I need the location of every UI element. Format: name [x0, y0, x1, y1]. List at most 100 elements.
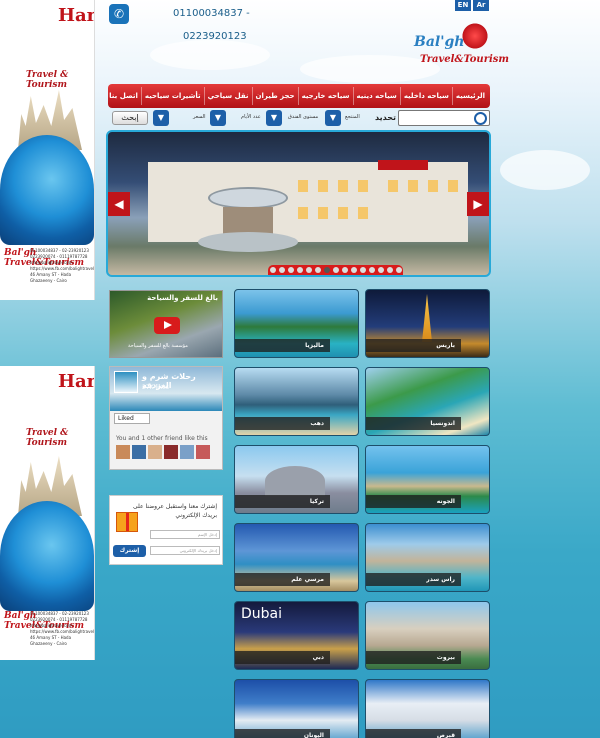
avatar[interactable] — [116, 445, 130, 459]
fb-friends-text: You and 1 other friend like this — [116, 435, 208, 442]
slider-dot[interactable] — [296, 267, 303, 273]
side-banner-ad[interactable]: Hana Travel & Tourism Bal'gh Travel&Tour… — [0, 366, 95, 660]
gift-icon — [116, 512, 138, 532]
destination-label: اليونان — [235, 729, 330, 738]
chevron-down-icon[interactable]: ▼ — [153, 110, 169, 126]
destination-tile-ras-sudr[interactable]: راس سدر — [365, 523, 490, 592]
destination-tile-gouna[interactable]: الجونه — [365, 445, 490, 514]
nav-tourist-transport[interactable]: نقل سياحي — [203, 87, 252, 105]
filter-price[interactable]: السعر — [193, 114, 206, 120]
phone-number: 01100034837 - — [173, 8, 250, 19]
slider-dot[interactable] — [278, 267, 285, 273]
destination-label: ماليزيا — [235, 339, 330, 352]
facebook-widget: رحلات شرم و الغردقه 27K likes Liked You … — [109, 366, 223, 470]
name-field[interactable]: إدخل الإسم — [150, 530, 220, 539]
destination-tile-dahab[interactable]: دهب — [234, 367, 359, 436]
slider-dot[interactable] — [305, 267, 312, 273]
destination-label: اندونسيا — [366, 417, 461, 430]
hero-slider[interactable]: ◀ ▶ — [106, 130, 491, 277]
globe-image — [0, 501, 94, 611]
destination-label: دبي — [235, 651, 330, 664]
fb-liked-button[interactable]: Liked — [114, 413, 150, 424]
destination-label: راس سدر — [366, 573, 461, 586]
search-icon[interactable] — [474, 112, 487, 125]
side-banner-ad[interactable]: Hana Travel & Tourism Bal'gh Travel&Tour… — [0, 0, 95, 300]
destination-label: دهب — [235, 417, 330, 430]
avatar[interactable] — [164, 445, 178, 459]
email-field[interactable]: إدخل بريدك الإلكتروني — [150, 546, 220, 555]
newsletter-box: إشترك معنا واستقبل عروضنا على بريدك الإل… — [109, 495, 223, 565]
slider-dot[interactable] — [386, 267, 393, 273]
search-bar: إبحث ▼ السعر ▼ عدد الأيام ▼ مستوى الفندق… — [108, 110, 490, 128]
video-player[interactable]: بالغ للسفر والسياحة مؤسسة بالغ للسفر وال… — [109, 290, 223, 358]
slider-dot[interactable] — [377, 267, 384, 273]
brand-logo[interactable]: Bal'gh Travel&Tourism — [410, 22, 509, 82]
slider-dot[interactable] — [287, 267, 294, 273]
slider-dot-active[interactable] — [323, 267, 330, 273]
destination-label: قبرص — [366, 729, 461, 738]
slider-dot[interactable] — [359, 267, 366, 273]
avatar[interactable] — [148, 445, 162, 459]
destination-tile-malaysia[interactable]: ماليزيا — [234, 289, 359, 358]
filter-hotel-level[interactable]: مستوى الفندق — [288, 114, 318, 120]
filter-resort[interactable]: المنتجع — [345, 114, 360, 120]
destination-tile-indonesia[interactable]: اندونسيا — [365, 367, 490, 436]
nav-flight-booking[interactable]: حجز طيران — [251, 87, 298, 105]
slider-dot[interactable] — [314, 267, 321, 273]
chevron-down-icon[interactable]: ▼ — [266, 110, 282, 126]
destination-label: بيروت — [366, 651, 461, 664]
destination-label: الجونه — [366, 495, 461, 508]
destination-tile-marsa-alam[interactable]: مرسي علم — [234, 523, 359, 592]
chevron-down-icon[interactable]: ▼ — [325, 110, 341, 126]
video-subtitle: مؤسسة بالغ للسفر والسياحة — [128, 343, 188, 349]
globe-image — [0, 135, 94, 245]
slider-next-button[interactable]: ▶ — [467, 192, 489, 216]
fb-likes-count: 27K likes — [142, 384, 169, 391]
destination-tile-cyprus[interactable]: قبرص — [365, 679, 490, 738]
search-button[interactable]: إبحث — [112, 111, 148, 125]
play-icon[interactable] — [154, 317, 180, 334]
lang-en-button[interactable]: EN — [455, 0, 471, 11]
hana-logo: Hana — [58, 5, 94, 26]
slider-dot[interactable] — [350, 267, 357, 273]
destination-tile-dubai[interactable]: Dubai دبي — [234, 601, 359, 670]
sun-icon — [460, 22, 490, 50]
subscribe-button[interactable]: إشترك — [113, 545, 146, 557]
slider-prev-button[interactable]: ◀ — [108, 192, 130, 216]
fb-friend-avatars — [116, 445, 210, 459]
nav-religious-tourism[interactable]: سياحه دينيه — [352, 87, 400, 105]
nav-visas[interactable]: تأشيرات سياحيه — [140, 87, 204, 105]
slider-dot[interactable] — [368, 267, 375, 273]
slider-dot[interactable] — [341, 267, 348, 273]
nav-home[interactable]: الرئيسيه — [451, 87, 488, 105]
avatar[interactable] — [196, 445, 210, 459]
video-title: بالغ للسفر والسياحة — [147, 294, 218, 302]
slider-dot[interactable] — [332, 267, 339, 273]
newsletter-title: إشترك معنا واستقبل عروضنا على بريدك الإل… — [132, 503, 217, 519]
dubai-logo-text: Dubai — [241, 606, 283, 622]
hotel-image — [148, 162, 468, 242]
nav-domestic-tourism[interactable]: سياحه داخليه — [399, 87, 452, 105]
avatar[interactable] — [132, 445, 146, 459]
search-input[interactable] — [398, 110, 490, 126]
banner-tagline: Travel & Tourism — [26, 70, 69, 90]
fb-page-avatar[interactable] — [114, 371, 138, 393]
nav-contact[interactable]: اتصل بنا — [106, 87, 141, 105]
destination-tile-beirut[interactable]: بيروت — [365, 601, 490, 670]
phone-number-2: 0223920123 — [183, 31, 247, 42]
slider-dots — [268, 265, 403, 275]
roof — [378, 160, 428, 170]
slider-dot[interactable] — [269, 267, 276, 273]
destination-tile-turkey[interactable]: تركيا — [234, 445, 359, 514]
phone-icon: ✆ — [109, 4, 129, 24]
destination-tile-paris[interactable]: باريس — [365, 289, 490, 358]
lang-ar-button[interactable]: Ar — [473, 0, 489, 11]
destination-tile-greece[interactable]: اليونان — [234, 679, 359, 738]
banner-contacts: 01100034837 - 02-23920123 0223920074 - 0… — [30, 248, 95, 283]
chevron-down-icon[interactable]: ▼ — [210, 110, 226, 126]
nav-foreign-tourism[interactable]: سياحه خارجيه — [297, 87, 353, 105]
avatar[interactable] — [180, 445, 194, 459]
cloud-decor — [150, 40, 270, 70]
slider-dot[interactable] — [395, 267, 402, 273]
filter-days[interactable]: عدد الأيام — [241, 114, 261, 120]
